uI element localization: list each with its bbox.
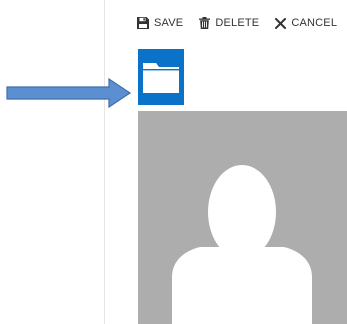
floppy-disk-icon bbox=[137, 17, 154, 29]
cancel-button[interactable]: CANCEL bbox=[275, 17, 337, 29]
save-button[interactable]: SAVE bbox=[137, 17, 183, 29]
pane-divider bbox=[104, 0, 105, 324]
cancel-label: CANCEL bbox=[291, 17, 338, 29]
profile-photo-placeholder[interactable] bbox=[138, 111, 347, 324]
command-toolbar: SAVE DELETE CANCEL bbox=[137, 13, 337, 33]
edit-form-pane: SAVE DELETE CANCEL bbox=[0, 0, 347, 324]
delete-button[interactable]: DELETE bbox=[199, 17, 259, 29]
folder-tile[interactable] bbox=[138, 49, 184, 105]
save-label: SAVE bbox=[154, 17, 184, 29]
close-icon bbox=[275, 17, 291, 29]
right-arrow-icon bbox=[6, 77, 132, 113]
trash-icon bbox=[199, 17, 215, 29]
delete-label: DELETE bbox=[215, 17, 260, 29]
